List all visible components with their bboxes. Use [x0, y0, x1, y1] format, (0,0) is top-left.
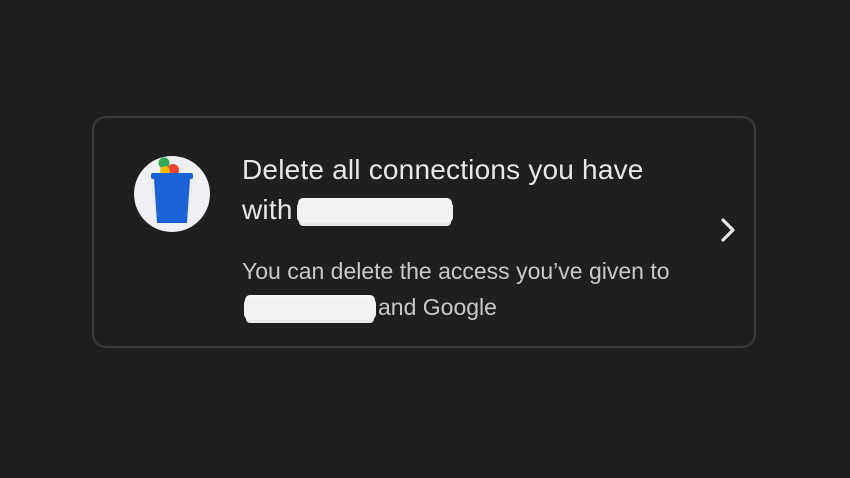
card-subtitle-text: You can delete the access you’ve given t… — [242, 258, 670, 284]
card-subtitle: You can delete the access you’ve given t… — [242, 253, 722, 325]
chevron-right-icon[interactable] — [714, 214, 742, 246]
trash-can-icon — [151, 157, 193, 223]
delete-connections-card[interactable]: Delete all connections you have with You… — [92, 116, 756, 348]
redacted-app-name — [244, 297, 376, 320]
redacted-name — [296, 200, 453, 223]
delete-connections-icon-badge — [134, 156, 210, 232]
card-title: Delete all connections you have with — [242, 150, 682, 230]
card-subtitle-suffix: and Google — [378, 294, 497, 320]
